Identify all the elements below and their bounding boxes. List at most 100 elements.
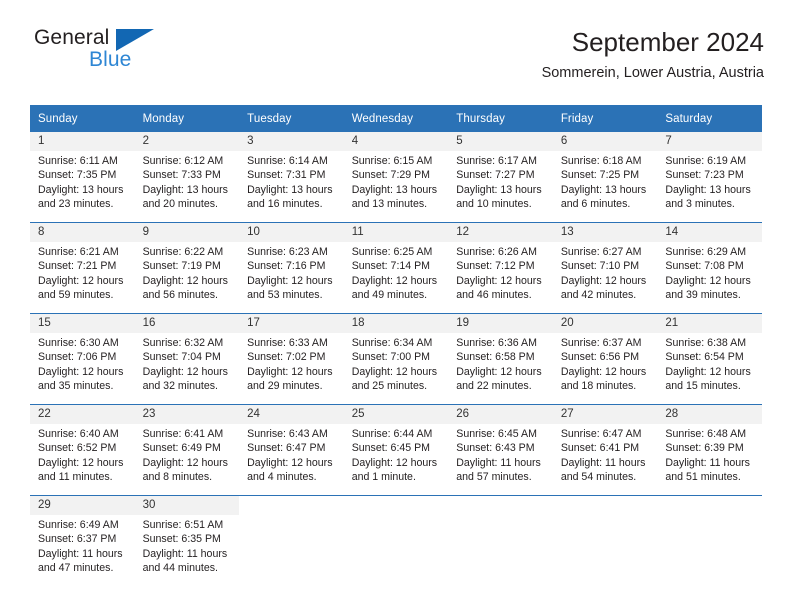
calendar-day-cell[interactable]: 1 Sunrise: 6:11 AM Sunset: 7:35 PM Daylight… [30,132,135,223]
daylight-text-line2: and 42 minutes. [560,288,637,301]
calendar-day-cell[interactable]: 12 Sunrise: 6:26 AM Sunset: 7:12 PM Dayligh… [448,222,553,314]
daylight-text-line1: Daylight: 13 hours [142,183,228,196]
calendar-day-cell[interactable]: 18 Sunrise: 6:34 AM Sunset: 7:00 PM Dayligh… [343,313,449,405]
day-details: Sunrise: 6:27 AM Sunset: 7:10 PM Daylight:… [553,242,658,302]
daylight-text-line1: Daylight: 12 hours [38,365,124,378]
calendar-day-cell[interactable]: 15 Sunrise: 6:30 AM Sunset: 7:06 PM Dayligh… [30,313,135,405]
sunset-text: Sunset: 6:45 PM [351,442,431,455]
daylight-text-line1: Daylight: 12 hours [351,365,438,378]
calendar-week-row: 15 Sunrise: 6:30 AM Sunset: 7:06 PM Dayligh… [30,313,762,405]
sunrise-text: Sunrise: 6:17 AM [456,155,537,167]
day-number [657,496,762,515]
day-number: 4 [343,132,449,151]
daylight-text-line2: and 10 minutes. [456,197,532,210]
sunset-text: Sunset: 7:35 PM [38,169,117,182]
calendar-day-cell[interactable]: 20 Sunrise: 6:37 AM Sunset: 6:56 PM Dayligh… [552,313,658,405]
daylight-text-line1: Daylight: 13 hours [665,183,751,196]
daylight-text-line2: and 15 minutes. [665,379,741,392]
calendar-day-cell[interactable]: 30 Sunrise: 6:51 AM Sunset: 6:35 PM Dayligh… [134,495,240,586]
calendar-day-cell[interactable]: 28 Sunrise: 6:48 AM Sunset: 6:39 PM Dayligh… [657,404,762,496]
calendar-day-cell[interactable]: 22 Sunrise: 6:40 AM Sunset: 6:52 PM Dayligh… [30,404,135,496]
calendar-day-cell[interactable]: 13 Sunrise: 6:27 AM Sunset: 7:10 PM Dayligh… [552,222,658,314]
calendar-day-cell[interactable]: 21 Sunrise: 6:38 AM Sunset: 6:54 PM Dayligh… [657,313,762,405]
calendar-body: 1 Sunrise: 6:11 AM Sunset: 7:35 PM Daylight… [30,132,762,586]
day-number: 30 [134,496,240,515]
day-details: Sunrise: 6:33 AM Sunset: 7:02 PM Daylight:… [239,333,344,393]
day-number: 7 [657,132,762,151]
weekday-header-saturday: Saturday [657,105,762,132]
sunset-text: Sunset: 6:39 PM [665,442,744,455]
calendar-day-cell[interactable]: 23 Sunrise: 6:41 AM Sunset: 6:49 PM Dayligh… [134,404,240,496]
day-number: 17 [239,314,344,333]
daylight-text-line2: and 6 minutes. [560,197,631,210]
sunrise-text: Sunrise: 6:15 AM [351,155,433,167]
day-number: 20 [552,314,658,333]
calendar-day-cell[interactable]: 24 Sunrise: 6:43 AM Sunset: 6:47 PM Dayligh… [239,404,344,496]
calendar-day-cell[interactable]: 14 Sunrise: 6:29 AM Sunset: 7:08 PM Dayligh… [657,222,762,314]
calendar-day-cell[interactable]: 8 Sunrise: 6:21 AM Sunset: 7:21 PM Daylight… [30,222,135,314]
sunset-text: Sunset: 6:35 PM [142,533,221,546]
daylight-text-line1: Daylight: 12 hours [142,365,228,378]
sunset-text: Sunset: 7:02 PM [247,351,326,364]
daylight-text-line2: and 57 minutes. [456,470,532,483]
calendar-day-cell[interactable]: 25 Sunrise: 6:44 AM Sunset: 6:45 PM Dayligh… [343,404,449,496]
daylight-text-line1: Daylight: 11 hours [142,547,228,560]
day-details: Sunrise: 6:23 AM Sunset: 7:16 PM Daylight:… [239,242,344,302]
calendar-day-cell[interactable]: 19 Sunrise: 6:36 AM Sunset: 6:58 PM Dayligh… [448,313,553,405]
day-number: 29 [30,496,135,515]
daylight-text-line2: and 35 minutes. [38,379,114,392]
calendar-day-cell[interactable]: 3 Sunrise: 6:14 AM Sunset: 7:31 PM Daylight… [239,132,344,223]
daylight-text-line2: and 13 minutes. [351,197,428,210]
daylight-text-line1: Daylight: 12 hours [456,274,542,287]
daylight-text-line1: Daylight: 12 hours [247,274,333,287]
sunset-text: Sunset: 7:29 PM [351,169,431,182]
calendar-week-row: 8 Sunrise: 6:21 AM Sunset: 7:21 PM Daylight… [30,222,762,314]
day-number: 6 [552,132,658,151]
day-details: Sunrise: 6:11 AM Sunset: 7:35 PM Daylight:… [30,151,135,211]
calendar-day-cell[interactable]: 29 Sunrise: 6:49 AM Sunset: 6:37 PM Dayligh… [30,495,135,586]
daylight-text-line1: Daylight: 11 hours [456,456,541,469]
calendar-day-cell[interactable]: 27 Sunrise: 6:47 AM Sunset: 6:41 PM Dayligh… [552,404,658,496]
calendar-day-cell[interactable]: 16 Sunrise: 6:32 AM Sunset: 7:04 PM Dayligh… [134,313,240,405]
daylight-text-line1: Daylight: 11 hours [38,547,123,560]
calendar-day-cell[interactable]: 9 Sunrise: 6:22 AM Sunset: 7:19 PM Daylight… [134,222,240,314]
sunset-text: Sunset: 7:00 PM [351,351,431,364]
daylight-text-line2: and 46 minutes. [456,288,532,301]
sunset-text: Sunset: 7:21 PM [38,260,117,273]
calendar-day-cell[interactable]: 7 Sunrise: 6:19 AM Sunset: 7:23 PM Daylight… [657,132,762,223]
calendar-grid: Sunday Monday Tuesday Wednesday Thursday… [30,105,762,586]
day-number: 12 [448,223,553,242]
calendar-day-cell[interactable]: 6 Sunrise: 6:18 AM Sunset: 7:25 PM Daylight… [552,132,658,223]
calendar-day-cell[interactable]: 26 Sunrise: 6:45 AM Sunset: 6:43 PM Dayligh… [448,404,553,496]
daylight-text-line2: and 8 minutes. [142,470,213,483]
calendar-week-row: 22 Sunrise: 6:40 AM Sunset: 6:52 PM Dayligh… [30,404,762,496]
sunset-text: Sunset: 6:43 PM [456,442,535,455]
day-details: Sunrise: 6:37 AM Sunset: 6:56 PM Daylight:… [553,333,658,393]
day-details: Sunrise: 6:44 AM Sunset: 6:45 PM Daylight:… [344,424,449,484]
day-number: 25 [343,405,449,424]
day-details: Sunrise: 6:43 AM Sunset: 6:47 PM Daylight:… [239,424,344,484]
calendar-day-cell[interactable]: 2 Sunrise: 6:12 AM Sunset: 7:33 PM Daylight… [134,132,240,223]
day-details: Sunrise: 6:48 AM Sunset: 6:39 PM Daylight:… [657,424,762,484]
daylight-text-line1: Daylight: 12 hours [456,365,542,378]
brand-logo[interactable]: General Blue [30,26,260,86]
daylight-text-line2: and 39 minutes. [665,288,741,301]
day-number: 8 [30,223,135,242]
calendar-empty-cell [657,495,762,586]
calendar-day-cell[interactable]: 17 Sunrise: 6:33 AM Sunset: 7:02 PM Dayligh… [239,313,344,405]
day-details: Sunrise: 6:19 AM Sunset: 7:23 PM Daylight:… [657,151,762,211]
calendar-day-cell[interactable]: 11 Sunrise: 6:25 AM Sunset: 7:14 PM Dayligh… [343,222,449,314]
page-title: September 2024 [571,27,764,57]
sunrise-text: Sunrise: 6:23 AM [247,246,328,258]
calendar-day-cell[interactable]: 4 Sunrise: 6:15 AM Sunset: 7:29 PM Daylight… [343,132,449,223]
sunrise-text: Sunrise: 6:14 AM [247,155,328,167]
day-details: Sunrise: 6:45 AM Sunset: 6:43 PM Daylight:… [448,424,553,484]
calendar-day-cell[interactable]: 5 Sunrise: 6:17 AM Sunset: 7:27 PM Daylight… [448,132,553,223]
sunrise-text: Sunrise: 6:30 AM [38,337,119,349]
day-number: 5 [448,132,553,151]
day-number: 9 [134,223,240,242]
calendar-day-cell[interactable]: 10 Sunrise: 6:23 AM Sunset: 7:16 PM Dayligh… [239,222,344,314]
day-details: Sunrise: 6:41 AM Sunset: 6:49 PM Daylight:… [135,424,240,484]
daylight-text-line2: and 20 minutes. [142,197,218,210]
daylight-text-line2: and 1 minute. [351,470,416,483]
